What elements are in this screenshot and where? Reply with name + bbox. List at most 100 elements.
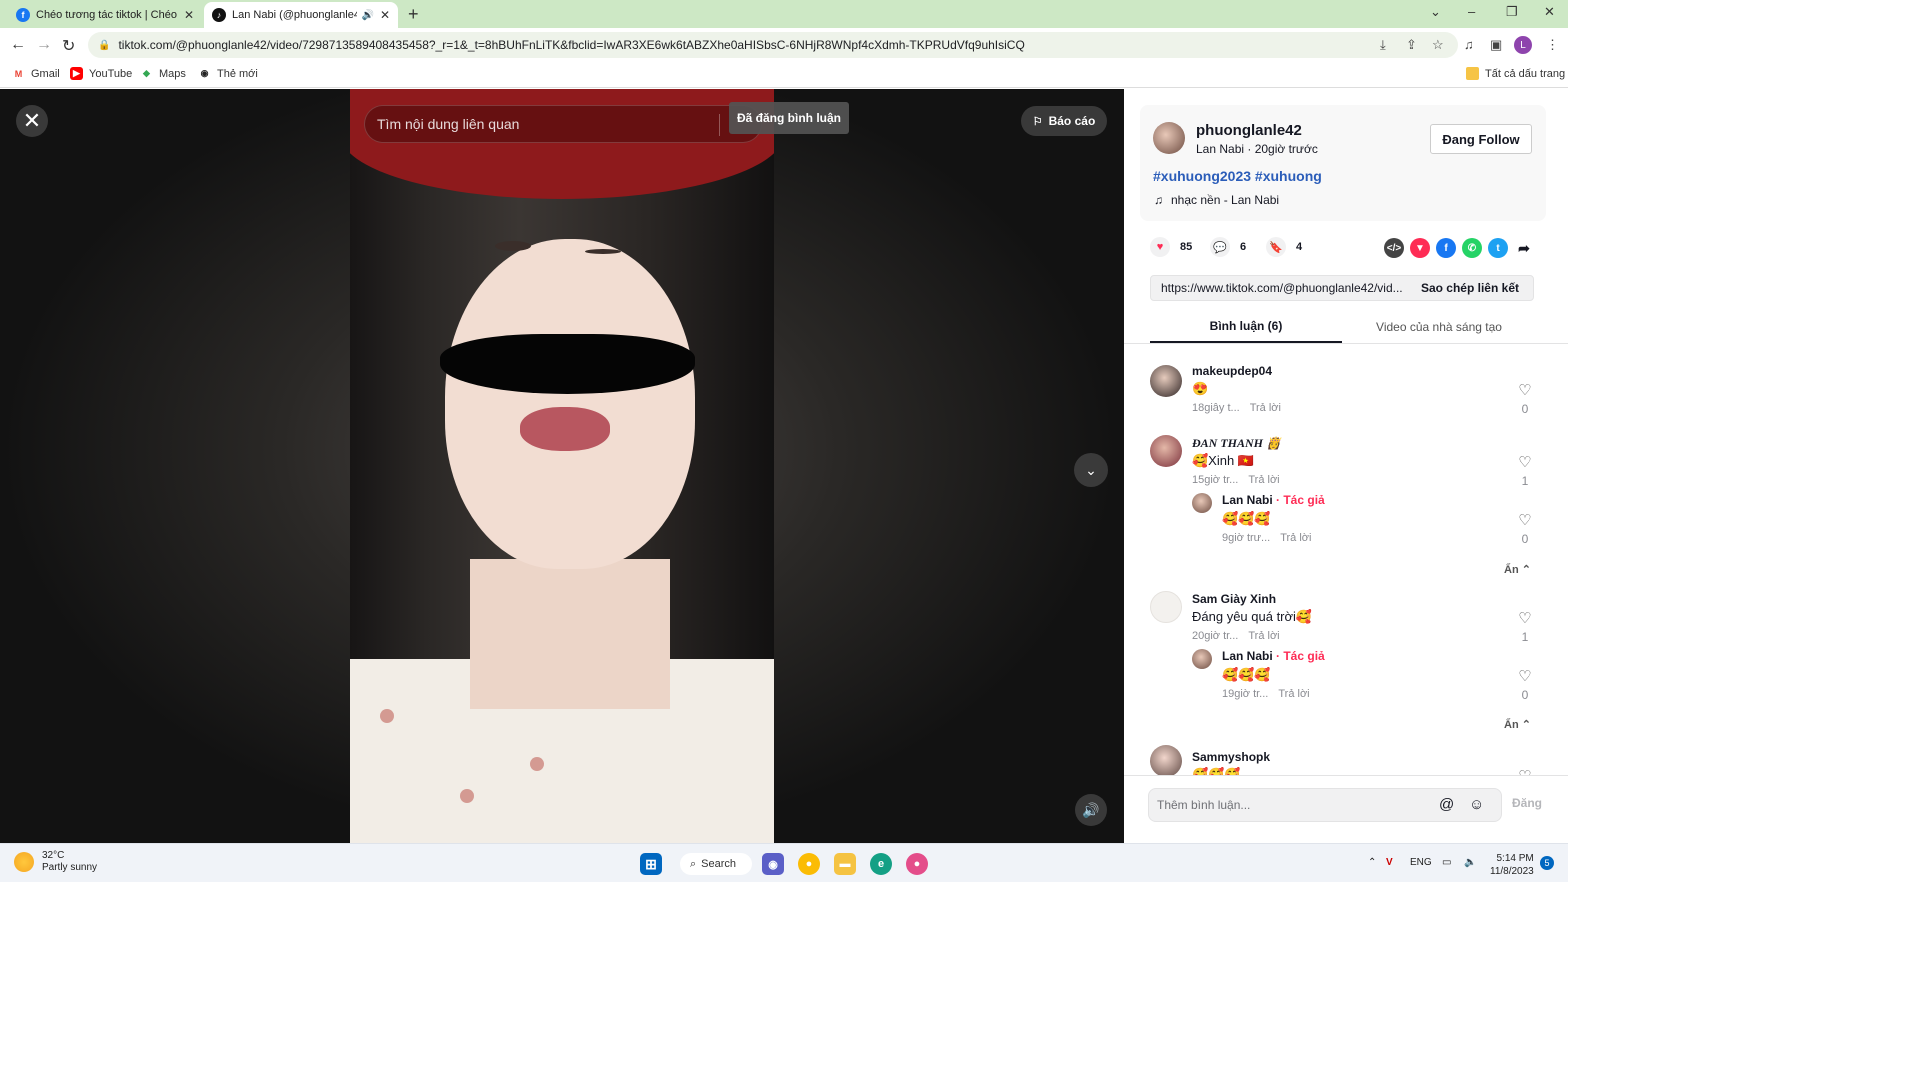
new-tab-button[interactable]: + bbox=[408, 4, 419, 25]
comment-author[interactable]: makeupdep04 bbox=[1192, 364, 1272, 378]
avatar[interactable] bbox=[1150, 365, 1182, 397]
avatar[interactable] bbox=[1192, 649, 1212, 669]
back-icon[interactable]: ← bbox=[10, 36, 26, 54]
bookmark-gmail[interactable]: M Gmail bbox=[12, 67, 60, 80]
bookmark-maps[interactable]: ◆ Maps bbox=[140, 67, 186, 80]
video-link[interactable]: https://www.tiktok.com/@phuonglanle42/vi… bbox=[1151, 281, 1407, 295]
tab-comments[interactable]: Bình luận (6) bbox=[1150, 311, 1342, 343]
comment-input[interactable]: Thêm bình luận... @ ☺ bbox=[1148, 788, 1502, 822]
facebook-share-icon[interactable]: f bbox=[1436, 238, 1456, 258]
send-icon[interactable]: ▼ bbox=[1410, 238, 1430, 258]
bookmark-label: YouTube bbox=[89, 67, 133, 80]
share-page-icon[interactable]: ⇪ bbox=[1406, 37, 1417, 53]
lock-icon[interactable]: 🔒 bbox=[98, 40, 110, 51]
next-video-button[interactable]: ⌄ bbox=[1074, 453, 1108, 487]
chrome-profile-icon[interactable]: ● bbox=[906, 853, 928, 875]
close-tab-icon[interactable]: ✕ bbox=[184, 8, 194, 22]
comment-author[interactable]: Lan Nabi · Tác giả bbox=[1222, 649, 1325, 663]
tab-creator-videos[interactable]: Video của nhà sáng tạo bbox=[1342, 311, 1536, 343]
like-comment-icon[interactable]: ♡ bbox=[1516, 453, 1534, 471]
file-explorer-icon[interactable]: ▬ bbox=[834, 853, 856, 875]
video-content bbox=[495, 241, 531, 251]
reply-button[interactable]: Trả lời bbox=[1280, 532, 1311, 544]
menu-icon[interactable]: ⋮ bbox=[1546, 37, 1559, 53]
save-button[interactable]: 🔖 4 bbox=[1266, 237, 1302, 257]
like-button[interactable]: ♥ 85 bbox=[1150, 237, 1192, 257]
comment-author[interactable]: Lan Nabi · Tác giả bbox=[1222, 493, 1325, 507]
chrome-icon[interactable]: ● bbox=[798, 853, 820, 875]
close-tab-icon[interactable]: ✕ bbox=[380, 8, 390, 22]
reply-button[interactable]: Trả lời bbox=[1278, 688, 1309, 700]
like-comment-icon[interactable]: ♡ bbox=[1516, 767, 1534, 775]
side-panel-icon[interactable]: ▣ bbox=[1490, 37, 1502, 53]
minimize-button[interactable]: – bbox=[1468, 4, 1475, 19]
music-info[interactable]: ♫ nhạc nền - Lan Nabi bbox=[1154, 193, 1279, 207]
like-comment-icon[interactable]: ♡ bbox=[1516, 381, 1534, 399]
close-window-button[interactable]: ✕ bbox=[1544, 4, 1555, 20]
address-input[interactable]: 🔒 tiktok.com/@phuonglanle42/video/729871… bbox=[88, 32, 1458, 58]
speaker-icon[interactable]: 🔈 bbox=[1464, 857, 1476, 868]
tab-facebook[interactable]: f Chéo tương tác tiktok | Chéo tim ✕ bbox=[8, 2, 202, 28]
bookmark-star-icon[interactable]: ☆ bbox=[1432, 37, 1444, 53]
weather-widget[interactable]: 32°C Partly sunny bbox=[14, 850, 97, 874]
bookmark-youtube[interactable]: ▶ YouTube bbox=[70, 67, 132, 80]
username[interactable]: phuonglanle42 bbox=[1196, 122, 1302, 139]
comment-author[interactable]: Sammyshopk bbox=[1192, 750, 1270, 764]
reply-button[interactable]: Trả lời bbox=[1248, 630, 1279, 642]
audio-playing-icon[interactable]: 🔊 bbox=[361, 10, 373, 21]
video-content bbox=[380, 709, 394, 723]
emoji-icon[interactable]: ☺ bbox=[1469, 796, 1484, 813]
edge-icon[interactable]: e bbox=[870, 853, 892, 875]
like-comment-icon[interactable]: ♡ bbox=[1516, 667, 1534, 685]
comment-author[interactable]: ĐAN THANH 👸 bbox=[1192, 436, 1281, 451]
close-video-button[interactable]: ✕ bbox=[16, 105, 48, 137]
notification-badge[interactable]: 5 bbox=[1540, 856, 1554, 870]
embed-icon[interactable]: </> bbox=[1384, 238, 1404, 258]
like-comment-icon[interactable]: ♡ bbox=[1516, 609, 1534, 627]
comment-author[interactable]: Sam Giày Xinh bbox=[1192, 592, 1276, 606]
avatar[interactable] bbox=[1150, 435, 1182, 467]
taskbar-search[interactable]: ⌕ Search bbox=[680, 853, 752, 875]
start-icon[interactable]: ⊞ bbox=[640, 853, 662, 875]
media-control-icon[interactable]: ♫ bbox=[1464, 37, 1474, 52]
post-comment-button[interactable]: Đăng bbox=[1512, 796, 1542, 810]
report-button[interactable]: ⚐ Báo cáo bbox=[1021, 106, 1107, 136]
follow-button[interactable]: Đang Follow bbox=[1430, 124, 1532, 154]
avatar[interactable] bbox=[1150, 591, 1182, 623]
profile-avatar[interactable]: L bbox=[1514, 36, 1532, 54]
taskbar: 32°C Partly sunny ⊞ ⌕ Search ◉ ● ▬ e ● ⌃… bbox=[0, 843, 1568, 882]
related-search-input[interactable]: Tìm nội dung liên quan bbox=[364, 105, 762, 143]
avatar[interactable] bbox=[1192, 493, 1212, 513]
avatar[interactable] bbox=[1150, 745, 1182, 775]
restore-button[interactable]: ❐ bbox=[1506, 4, 1518, 20]
copy-link-button[interactable]: Sao chép liên kết bbox=[1407, 281, 1533, 295]
video-frame[interactable] bbox=[350, 89, 774, 843]
reload-icon[interactable]: ↻ bbox=[62, 36, 75, 56]
hashtags[interactable]: #xuhuong2023 #xuhuong bbox=[1153, 168, 1322, 184]
bookmark-new-tab[interactable]: ◉ Thẻ mới bbox=[198, 67, 258, 80]
all-bookmarks[interactable]: Tất cả dấu trang bbox=[1466, 67, 1565, 80]
teams-icon[interactable]: ◉ bbox=[762, 853, 784, 875]
hide-replies-button[interactable]: Ẩn ⌃ bbox=[1504, 718, 1531, 731]
display-icon[interactable]: ▭ bbox=[1442, 857, 1451, 868]
reply-button[interactable]: Trả lời bbox=[1250, 402, 1281, 414]
share-more-icon[interactable]: ➦ bbox=[1514, 238, 1534, 258]
action-bar: ♥ 85 💬 6 🔖 4 </> ▼ f ✆ t ➦ bbox=[1150, 237, 1550, 261]
like-comment-icon[interactable]: ♡ bbox=[1516, 511, 1534, 529]
clock[interactable]: 5:14 PM 11/8/2023 bbox=[1490, 852, 1534, 878]
tray-chevron-icon[interactable]: ⌃ bbox=[1368, 857, 1376, 868]
twitter-icon[interactable]: t bbox=[1488, 238, 1508, 258]
comment-button[interactable]: 💬 6 bbox=[1210, 237, 1246, 257]
hide-replies-button[interactable]: Ẩn ⌃ bbox=[1504, 563, 1531, 576]
mention-icon[interactable]: @ bbox=[1439, 796, 1454, 813]
whatsapp-icon[interactable]: ✆ bbox=[1462, 238, 1482, 258]
antivirus-icon[interactable]: V bbox=[1386, 857, 1393, 868]
reply-button[interactable]: Trả lời bbox=[1248, 474, 1279, 486]
install-icon[interactable]: ⤓ bbox=[1380, 37, 1386, 53]
tab-tiktok[interactable]: ♪ Lan Nabi (@phuonglanle42) 🔊 ✕ bbox=[204, 2, 398, 28]
volume-button[interactable]: 🔊 bbox=[1075, 794, 1107, 826]
language-indicator[interactable]: ENG bbox=[1410, 857, 1432, 868]
forward-icon[interactable]: → bbox=[36, 36, 52, 54]
avatar[interactable] bbox=[1153, 122, 1185, 154]
tab-search-icon[interactable]: ⌄ bbox=[1430, 4, 1441, 20]
